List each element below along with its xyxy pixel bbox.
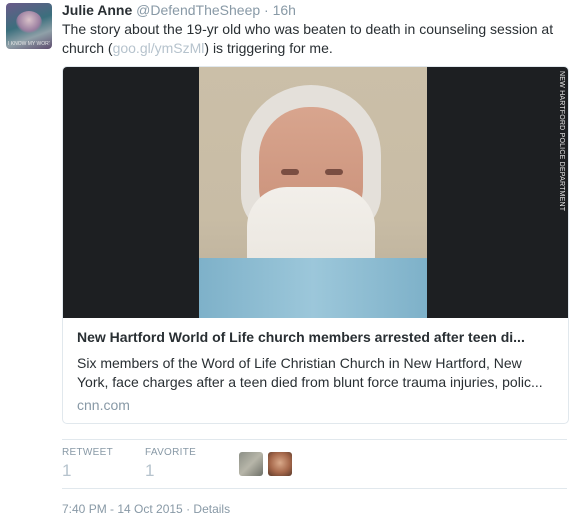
retweet-stat[interactable]: RETWEET 1: [62, 447, 113, 481]
author-name[interactable]: Julie Anne: [62, 2, 132, 18]
favoriter-avatar-1[interactable]: [239, 452, 263, 476]
tweet-text-after-link: ) is triggering for me.: [204, 40, 333, 56]
favorite-label: FAVORITE: [145, 447, 197, 458]
details-link[interactable]: Details: [193, 502, 230, 516]
card-description: Six members of the Word of Life Christia…: [77, 354, 557, 392]
card-domain[interactable]: cnn.com: [77, 396, 130, 414]
avatar-face: [16, 11, 42, 33]
header-separator: ·: [264, 2, 269, 18]
stats-divider-bottom: [62, 488, 567, 489]
tweet-timestamp[interactable]: 7:40 PM - 14 Oct 2015: [62, 502, 183, 516]
card-photo: [199, 67, 427, 318]
author-avatar[interactable]: I KNOW MY WORTH: [6, 3, 52, 49]
tweet-timestamp-row: 7:40 PM - 14 Oct 2015 · Details: [62, 502, 230, 516]
retweet-label: RETWEET: [62, 447, 113, 458]
author-handle[interactable]: @DefendTheSheep: [136, 2, 260, 18]
media-watermark: NEW HARTFORD POLICE DEPARTMENT: [554, 67, 566, 318]
card-title[interactable]: New Hartford World of Life church member…: [77, 328, 555, 347]
media-watermark-text: NEW HARTFORD POLICE DEPARTMENT: [558, 71, 565, 212]
card-media[interactable]: NEW HARTFORD POLICE DEPARTMENT: [63, 67, 568, 318]
relative-time[interactable]: 16h: [273, 2, 296, 18]
favorite-count[interactable]: 1: [145, 461, 196, 481]
photo-eye-left: [281, 169, 299, 175]
card-description-line-1: Six members of the Word of Life Christia…: [77, 355, 522, 371]
retweet-count[interactable]: 1: [62, 461, 113, 481]
favorite-stat[interactable]: FAVORITE 1: [145, 447, 196, 481]
tweet-text: The story about the 19-yr old who was be…: [62, 20, 562, 58]
tweet-header: Julie Anne @DefendTheSheep · 16h: [62, 1, 296, 19]
timestamp-separator: ·: [186, 502, 191, 516]
link-card[interactable]: NEW HARTFORD POLICE DEPARTMENT New Hartf…: [62, 66, 569, 424]
stats-divider-top: [62, 439, 567, 440]
avatar-caption: I KNOW MY WORTH: [8, 41, 50, 47]
photo-shirt: [199, 258, 427, 318]
tweet-link[interactable]: goo.gl/ymSzMl: [113, 40, 205, 56]
card-description-line-2: York, face charges after a teen died fro…: [77, 374, 543, 390]
favoriter-avatar-2[interactable]: [268, 452, 292, 476]
photo-eye-right: [325, 169, 343, 175]
